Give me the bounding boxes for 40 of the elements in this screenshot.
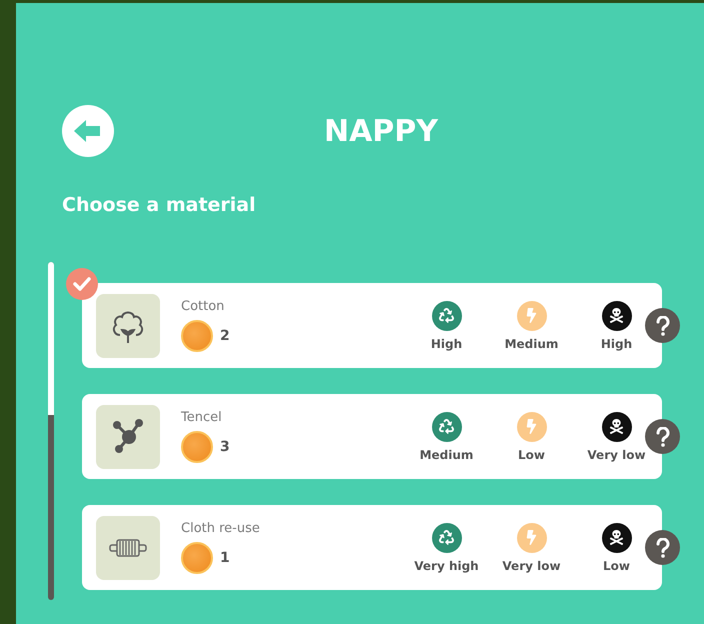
lightning-icon bbox=[516, 300, 546, 330]
skull-icon bbox=[602, 522, 632, 552]
rating-label: Low bbox=[518, 448, 545, 462]
question-mark-icon bbox=[656, 538, 670, 558]
rating-label: Very low bbox=[587, 448, 646, 462]
coil-spring-icon bbox=[109, 538, 147, 558]
material-card[interactable]: Tencel 3 Medium Low Very low bbox=[82, 394, 662, 479]
scrollbar-thumb[interactable] bbox=[48, 262, 54, 415]
question-mark-icon bbox=[656, 316, 670, 336]
rating-label: High bbox=[600, 336, 632, 350]
rating-label: Low bbox=[603, 558, 630, 572]
recycle-icon bbox=[432, 300, 462, 330]
recycle-icon bbox=[432, 522, 462, 552]
skull-icon bbox=[602, 300, 632, 330]
material-name: Cloth re-use bbox=[181, 521, 261, 536]
section-heading: Choose a material bbox=[62, 193, 257, 218]
molecule-icon bbox=[111, 418, 145, 454]
rating-label: Very low bbox=[502, 558, 561, 572]
coin-cost: 3 bbox=[220, 439, 230, 455]
coin-icon bbox=[181, 431, 213, 463]
rating-label: Very high bbox=[414, 558, 479, 572]
coin-cost: 2 bbox=[220, 328, 230, 344]
skull-icon bbox=[602, 412, 632, 442]
question-mark-icon bbox=[656, 426, 670, 446]
help-button[interactable] bbox=[645, 419, 680, 454]
material-name: Tencel bbox=[181, 410, 223, 425]
coin-icon bbox=[181, 542, 213, 574]
material-name: Cotton bbox=[181, 299, 226, 314]
material-card[interactable]: Cotton 2 High Medium High bbox=[82, 283, 662, 368]
rating-label: Medium bbox=[504, 336, 558, 350]
page-title: NAPPY bbox=[322, 114, 440, 148]
scrollbar[interactable] bbox=[48, 262, 54, 600]
lightning-icon bbox=[516, 412, 546, 442]
rating-label: High bbox=[430, 336, 462, 350]
rating-label: Medium bbox=[420, 448, 474, 462]
coin-cost: 1 bbox=[220, 550, 230, 566]
coin-icon bbox=[181, 320, 213, 352]
recycle-icon bbox=[432, 412, 462, 442]
material-card[interactable]: Cloth re-use 1 Very high Very low Low bbox=[82, 505, 662, 590]
lightning-icon bbox=[516, 522, 546, 552]
